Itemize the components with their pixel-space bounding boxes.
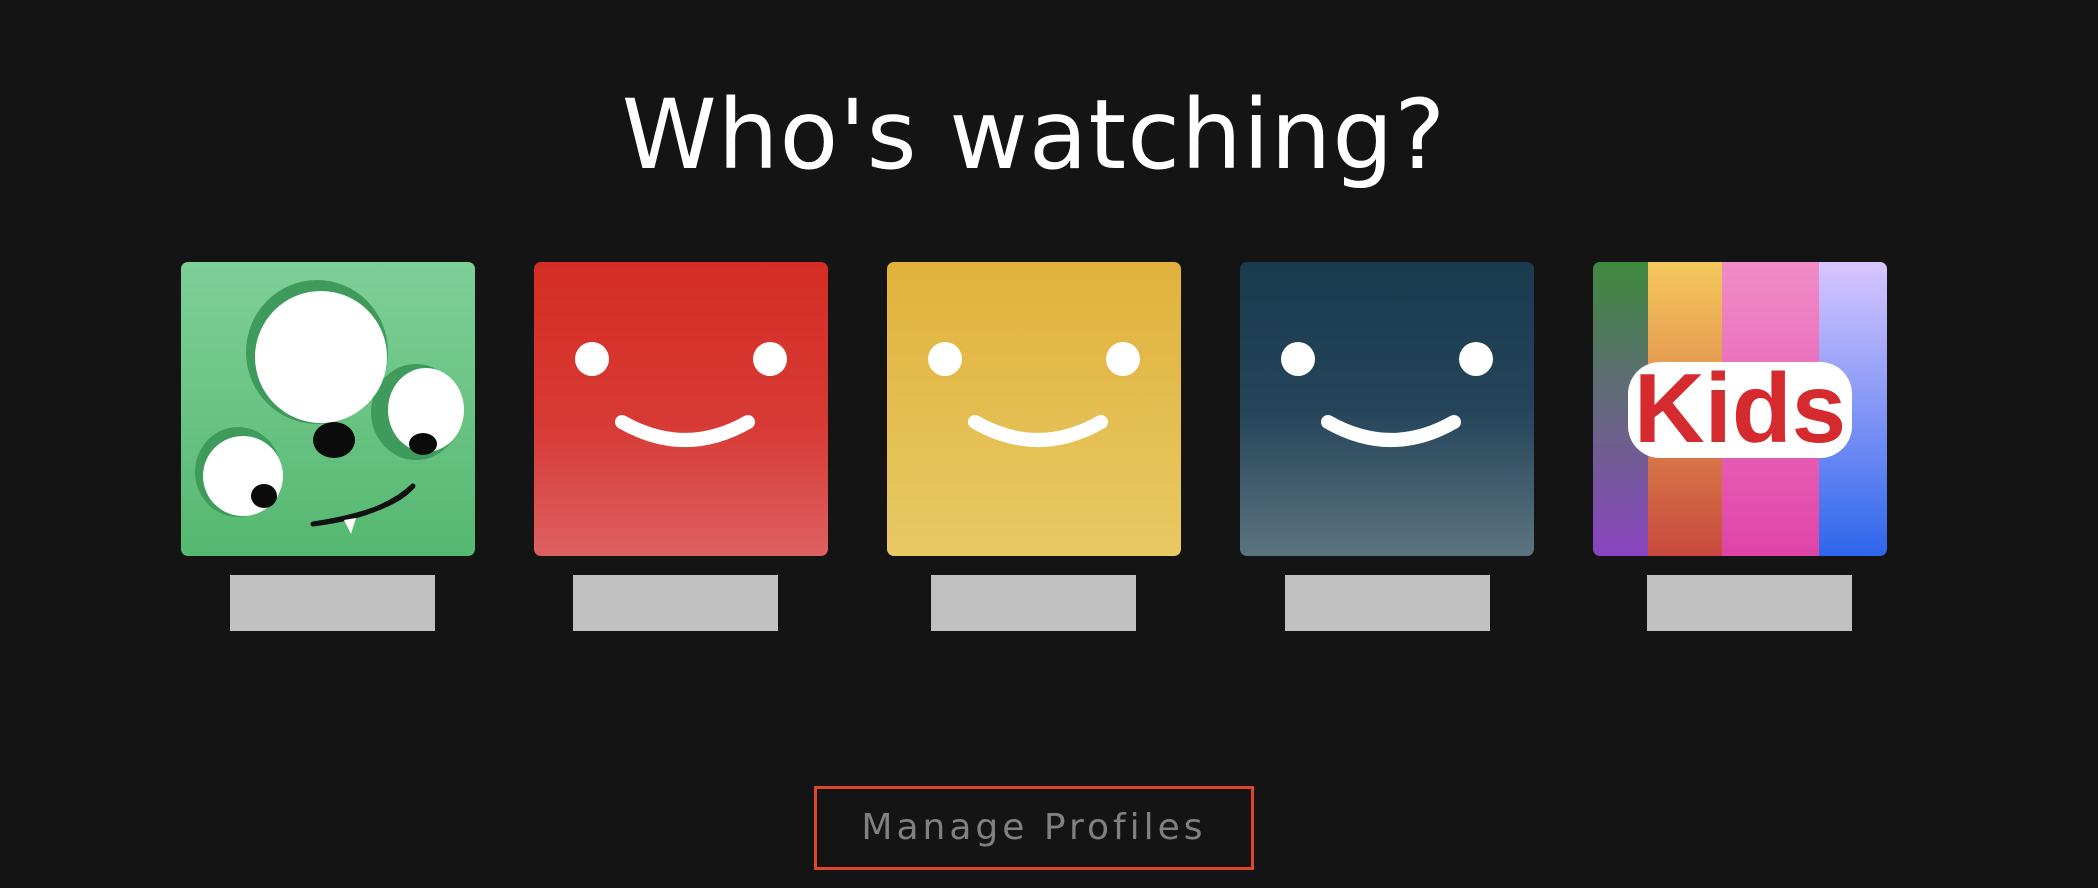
profile-list: Kids (0, 0, 2098, 888)
profile-name-3 (931, 575, 1136, 631)
profile-name-4 (1285, 575, 1490, 631)
profile-avatar-1[interactable] (181, 262, 475, 556)
profile-card-1[interactable] (181, 262, 475, 634)
green-monster-avatar-icon (181, 262, 475, 556)
red-smiley-avatar-icon (534, 262, 828, 556)
profile-card-4[interactable] (1240, 262, 1534, 634)
profile-avatar-2[interactable] (534, 262, 828, 556)
manage-profiles-button[interactable]: Manage Profiles (814, 786, 1254, 870)
navy-smiley-avatar-icon (1240, 262, 1534, 556)
profile-card-2[interactable] (534, 262, 828, 634)
profile-avatar-3[interactable] (887, 262, 1181, 556)
kids-logo-text: Kids (1634, 353, 1846, 463)
profile-name-1 (230, 575, 435, 631)
kids-avatar-icon: Kids (1593, 262, 1887, 556)
profile-avatar-5[interactable]: Kids (1593, 262, 1887, 556)
profile-name-2 (573, 575, 778, 631)
profile-card-3[interactable] (887, 262, 1181, 634)
yellow-smiley-avatar-icon (887, 262, 1181, 556)
profile-avatar-4[interactable] (1240, 262, 1534, 556)
profile-name-5 (1647, 575, 1852, 631)
profile-card-5[interactable]: Kids (1593, 262, 1887, 634)
